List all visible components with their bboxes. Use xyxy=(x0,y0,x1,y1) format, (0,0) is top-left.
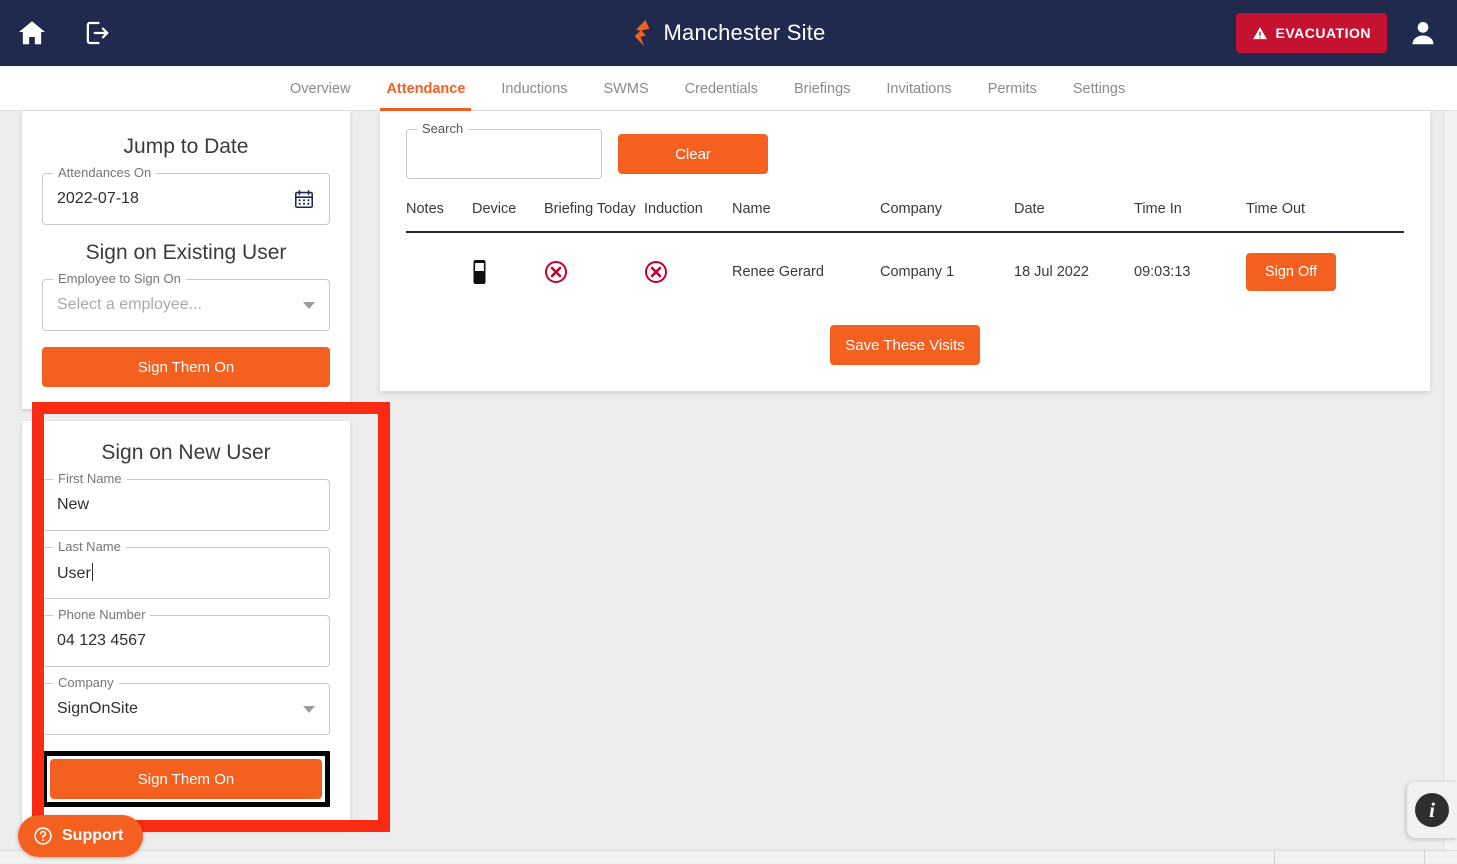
signonsite-logo-icon xyxy=(632,20,654,46)
calendar-icon[interactable] xyxy=(293,188,315,210)
first-name-value: New xyxy=(57,496,315,514)
page-content: Jump to Date Attendances On 2022-07-18 S… xyxy=(0,111,1457,863)
info-floating-button[interactable]: i xyxy=(1407,782,1457,838)
cell-time-out: Sign Off xyxy=(1246,232,1404,311)
column-header-device: Device xyxy=(472,201,544,232)
sign-on-new-user-title: Sign on New User xyxy=(42,441,330,465)
employee-to-sign-on-select[interactable]: Employee to Sign On Select a employee... xyxy=(42,279,330,331)
company-select[interactable]: Company SignOnSite xyxy=(42,683,330,735)
last-name-label: Last Name xyxy=(53,539,126,554)
column-header-time-out: Time Out xyxy=(1246,201,1404,232)
chevron-down-icon xyxy=(303,706,315,713)
attendances-on-value: 2022-07-18 xyxy=(57,190,293,208)
support-label: Support xyxy=(62,827,123,845)
scrollbar-divider-b xyxy=(1424,851,1425,864)
header-left-actions xyxy=(0,11,118,55)
evacuation-label: EVACUATION xyxy=(1276,25,1371,41)
search-field[interactable]: Search xyxy=(406,129,602,179)
tab-inductions[interactable]: Inductions xyxy=(483,66,585,111)
search-label: Search xyxy=(417,121,468,136)
question-mark-circle-icon xyxy=(33,826,53,846)
phone-number-label: Phone Number xyxy=(53,607,150,622)
sign-off-button[interactable]: Sign Off xyxy=(1246,253,1336,291)
employee-to-sign-on-label: Employee to Sign On xyxy=(53,271,186,286)
attendance-table: Notes Device Briefing Today Induction Na… xyxy=(406,201,1404,311)
last-name-value: User xyxy=(57,563,315,583)
tab-overview[interactable]: Overview xyxy=(272,66,368,111)
employee-to-sign-on-placeholder: Select a employee... xyxy=(57,296,303,314)
company-value: SignOnSite xyxy=(57,700,303,718)
warning-triangle-icon xyxy=(1252,26,1268,41)
horizontal-scrollbar[interactable] xyxy=(0,850,1457,863)
tab-credentials[interactable]: Credentials xyxy=(667,66,776,111)
column-header-company: Company xyxy=(880,201,1014,232)
tab-swms[interactable]: SWMS xyxy=(586,66,667,111)
sign-on-existing-user-title: Sign on Existing User xyxy=(42,241,330,265)
last-name-field[interactable]: Last Name User xyxy=(42,547,330,599)
tab-attendance[interactable]: Attendance xyxy=(368,66,483,111)
cell-company: Company 1 xyxy=(880,232,1014,311)
cell-name: Renee Gerard xyxy=(732,232,880,311)
column-header-name: Name xyxy=(732,201,880,232)
exit-icon[interactable] xyxy=(74,11,118,55)
cell-briefing-today xyxy=(544,232,644,311)
cell-time-in: 09:03:13 xyxy=(1134,232,1246,311)
cell-device xyxy=(472,232,544,311)
primary-nav-bar: Overview Attendance Inductions SWMS Cred… xyxy=(0,66,1457,111)
table-header-row: Notes Device Briefing Today Induction Na… xyxy=(406,201,1404,232)
save-visits-row: Save These Visits xyxy=(406,325,1404,365)
jump-to-date-title: Jump to Date xyxy=(42,135,330,159)
header-right-actions: EVACUATION xyxy=(1236,11,1457,55)
phone-number-value: 04 123 4567 xyxy=(57,632,315,650)
column-header-date: Date xyxy=(1014,201,1134,232)
red-cross-circle-icon xyxy=(544,260,568,284)
attendance-panel: Search Clear Notes Device Briefing Today… xyxy=(380,111,1430,391)
tab-invitations[interactable]: Invitations xyxy=(868,66,969,111)
mobile-phone-icon xyxy=(472,260,487,284)
sidebar-panel: Jump to Date Attendances On 2022-07-18 S… xyxy=(22,111,350,829)
sidebar-card-top: Jump to Date Attendances On 2022-07-18 S… xyxy=(22,111,350,409)
vertical-scrollbar[interactable] xyxy=(1443,111,1457,850)
column-header-time-in: Time In xyxy=(1134,201,1246,232)
attendances-on-date-field[interactable]: Attendances On 2022-07-18 xyxy=(42,173,330,225)
chevron-down-icon xyxy=(303,302,315,309)
first-name-label: First Name xyxy=(53,471,127,486)
column-header-induction: Induction xyxy=(644,201,732,232)
phone-number-field[interactable]: Phone Number 04 123 4567 xyxy=(42,615,330,667)
site-title: Manchester Site xyxy=(664,20,826,46)
sign-them-on-new-focus-outline: Sign Them On xyxy=(42,751,330,807)
nav-tab-list: Overview Attendance Inductions SWMS Cred… xyxy=(0,66,1457,111)
company-label: Company xyxy=(53,675,119,690)
support-button[interactable]: Support xyxy=(18,815,143,857)
cell-induction xyxy=(644,232,732,311)
top-header-bar: Manchester Site EVACUATION xyxy=(0,0,1457,66)
sign-them-on-existing-button[interactable]: Sign Them On xyxy=(42,347,330,387)
clear-button[interactable]: Clear xyxy=(618,134,768,174)
column-header-briefing-today: Briefing Today xyxy=(544,201,644,232)
search-toolbar: Search Clear xyxy=(406,129,1404,179)
sign-them-on-new-button[interactable]: Sign Them On xyxy=(50,759,322,799)
tab-permits[interactable]: Permits xyxy=(970,66,1055,111)
evacuation-button[interactable]: EVACUATION xyxy=(1236,13,1387,53)
sidebar-card-new-user: Sign on New User First Name New Last Nam… xyxy=(22,421,350,829)
info-icon: i xyxy=(1415,793,1449,827)
scrollbar-divider-a xyxy=(1274,851,1275,864)
user-account-icon[interactable] xyxy=(1401,11,1445,55)
tab-briefings[interactable]: Briefings xyxy=(776,66,868,111)
red-cross-circle-icon xyxy=(644,260,668,284)
tab-settings[interactable]: Settings xyxy=(1055,66,1143,111)
first-name-field[interactable]: First Name New xyxy=(42,479,330,531)
home-icon[interactable] xyxy=(10,11,54,55)
attendances-on-label: Attendances On xyxy=(53,165,156,180)
table-row: Renee Gerard Company 1 18 Jul 2022 09:03… xyxy=(406,232,1404,311)
cell-date: 18 Jul 2022 xyxy=(1014,232,1134,311)
search-input[interactable] xyxy=(407,130,601,178)
cell-notes xyxy=(406,232,472,311)
text-cursor xyxy=(92,563,93,581)
column-header-notes: Notes xyxy=(406,201,472,232)
save-these-visits-button[interactable]: Save These Visits xyxy=(830,325,980,365)
